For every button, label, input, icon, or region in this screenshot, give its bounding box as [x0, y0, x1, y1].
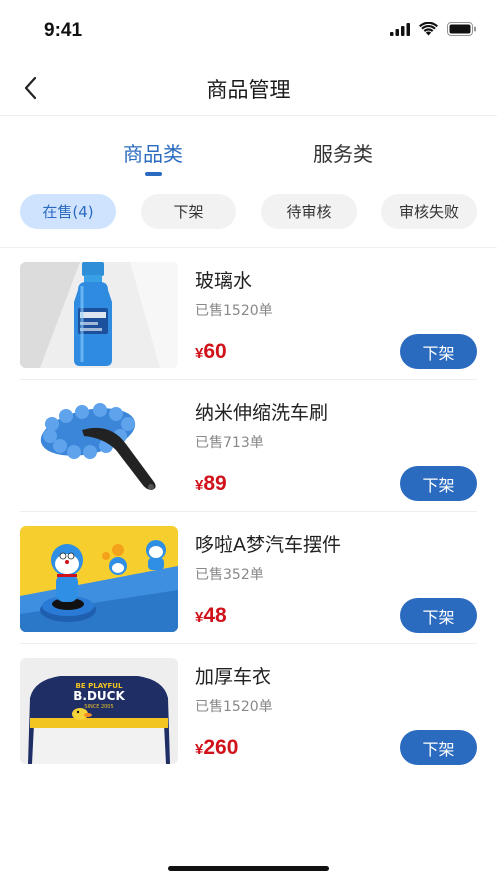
product-price: ¥60	[195, 340, 227, 364]
product-sold-count: 已售352单	[195, 567, 264, 583]
wifi-icon	[419, 22, 438, 36]
car-cover-print-logo: B.DUCK	[73, 689, 125, 703]
home-indicator[interactable]	[168, 866, 329, 871]
tab-product[interactable]: 商品类	[123, 138, 183, 167]
product-title: 纳米伸缩洗车刷	[195, 402, 329, 424]
take-off-shelf-button[interactable]: 下架	[400, 334, 477, 369]
filter-pending-review[interactable]: 待审核	[261, 194, 357, 229]
product-image-doraemon-ornament	[20, 526, 178, 632]
price-value: 89	[203, 472, 227, 495]
product-item[interactable]: 玻璃水 已售1520单 ¥60 下架	[0, 248, 497, 380]
product-title: 玻璃水	[195, 270, 253, 292]
product-image-car-cover: BE PLAYFUL B.DUCK SINCE 2005	[20, 658, 178, 764]
price-value: 60	[203, 340, 227, 363]
filter-on-sale[interactable]: 在售(4)	[20, 194, 116, 229]
signal-icon	[390, 22, 410, 36]
tab-service[interactable]: 服务类	[313, 138, 373, 167]
product-item[interactable]: 哆啦A梦汽车摆件 已售352单 ¥48 下架	[0, 512, 497, 644]
battery-icon	[447, 22, 476, 36]
product-price: ¥260	[195, 736, 238, 760]
price-value: 260	[203, 736, 239, 759]
filter-off-shelf[interactable]: 下架	[141, 194, 236, 229]
product-image-washer-fluid	[20, 262, 178, 368]
status-filters: 在售(4) 下架 待审核 审核失败	[0, 194, 497, 230]
product-item[interactable]: BE PLAYFUL B.DUCK SINCE 2005 加厚车衣 已售1520…	[0, 644, 497, 776]
product-sold-count: 已售1520单	[195, 699, 273, 715]
take-off-shelf-button[interactable]: 下架	[400, 730, 477, 765]
car-cover-print-bottom: SINCE 2005	[84, 704, 113, 710]
product-item[interactable]: 纳米伸缩洗车刷 已售713单 ¥89 下架	[0, 380, 497, 512]
status-icons	[390, 22, 477, 36]
status-time: 9:41	[44, 20, 83, 41]
price-value: 48	[203, 604, 227, 627]
product-price: ¥48	[195, 604, 227, 628]
status-bar: 9:41	[0, 0, 497, 60]
active-tab-indicator	[145, 172, 162, 176]
filter-review-failed[interactable]: 审核失败	[381, 194, 477, 229]
take-off-shelf-button[interactable]: 下架	[400, 466, 477, 501]
product-price: ¥89	[195, 472, 227, 496]
product-title: 哆啦A梦汽车摆件	[195, 534, 341, 556]
nav-bar: 商品管理	[0, 60, 497, 116]
product-sold-count: 已售1520单	[195, 303, 273, 319]
category-tabs: 商品类 服务类	[0, 120, 497, 178]
product-sold-count: 已售713单	[195, 435, 264, 451]
page-title: 商品管理	[206, 78, 291, 102]
product-image-car-brush	[20, 394, 178, 500]
take-off-shelf-button[interactable]: 下架	[400, 598, 477, 633]
product-title: 加厚车衣	[195, 666, 272, 688]
